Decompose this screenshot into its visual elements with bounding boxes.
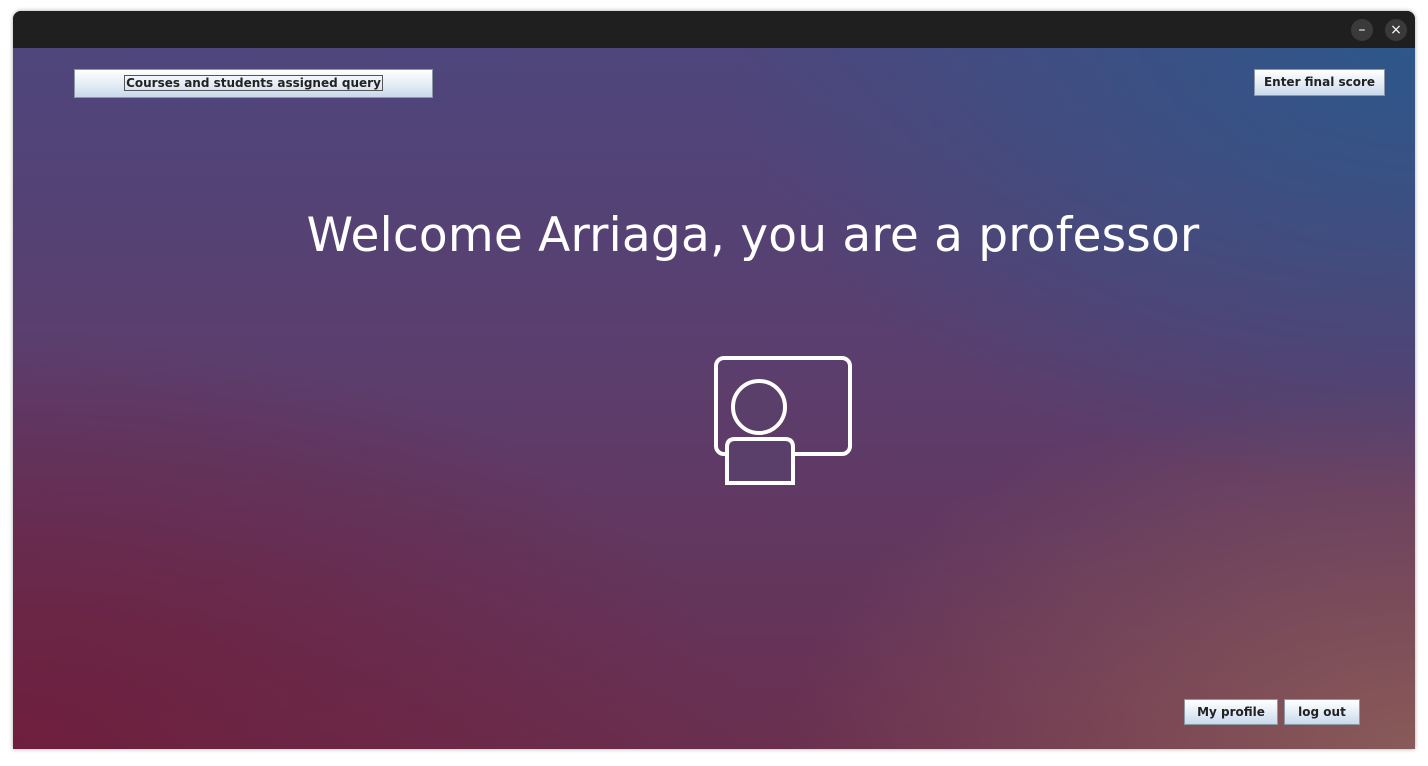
minimize-button[interactable]: – (1351, 19, 1373, 41)
courses-students-query-label: Courses and students assigned query (124, 75, 383, 91)
close-button[interactable]: × (1385, 19, 1407, 41)
my-profile-button[interactable]: My profile (1184, 699, 1278, 725)
log-out-button[interactable]: log out (1284, 699, 1360, 725)
app-window: – × Courses and students assigned query … (13, 11, 1415, 749)
courses-students-query-button[interactable]: Courses and students assigned query (74, 69, 433, 98)
teacher-board-icon (714, 356, 852, 485)
main-panel: Courses and students assigned query Ente… (13, 48, 1415, 749)
welcome-heading: Welcome Arriaga, you are a professor (306, 208, 1200, 263)
enter-final-score-button[interactable]: Enter final score (1254, 69, 1385, 96)
title-bar[interactable]: – × (13, 11, 1415, 48)
